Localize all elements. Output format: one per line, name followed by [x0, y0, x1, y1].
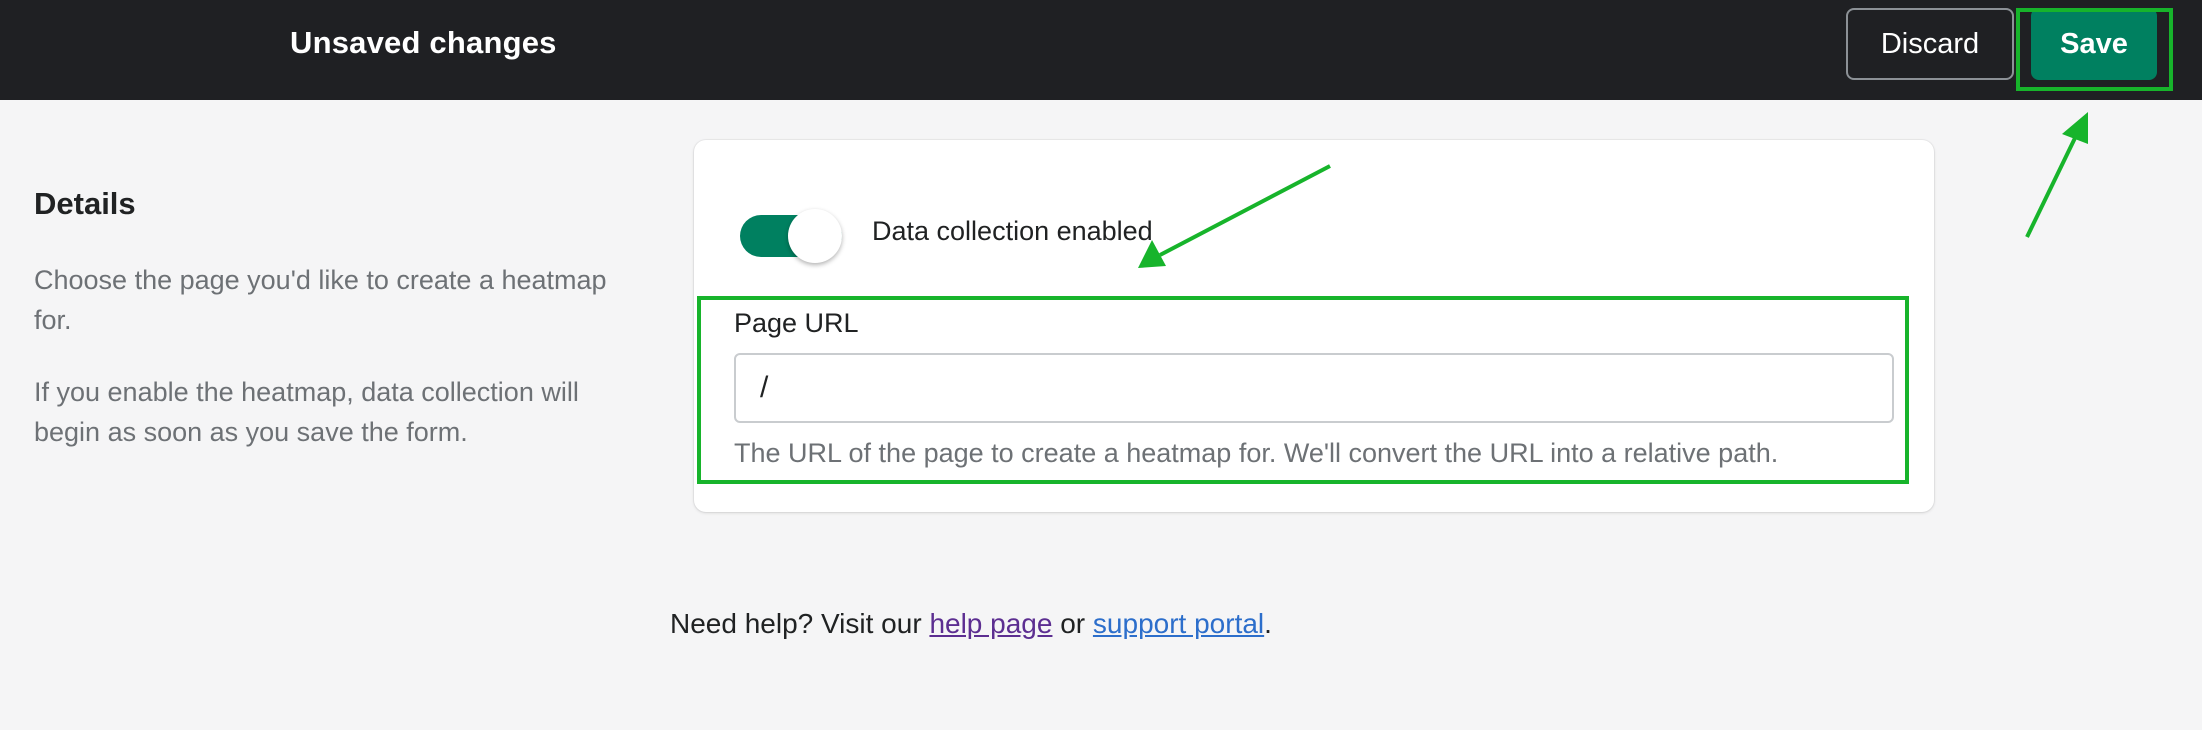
footer-help-middle: or	[1052, 608, 1093, 639]
top-bar: Unsaved changes Discard Save	[0, 0, 2202, 100]
data-collection-toggle[interactable]	[740, 209, 842, 263]
save-button[interactable]: Save	[2031, 8, 2157, 80]
help-page-link[interactable]: help page	[929, 608, 1052, 639]
footer-help: Need help? Visit our help page or suppor…	[670, 608, 1272, 640]
page-url-label: Page URL	[734, 308, 859, 338]
support-portal-link[interactable]: support portal	[1093, 608, 1264, 639]
data-collection-label: Data collection enabled	[872, 216, 1153, 246]
page-url-input[interactable]	[734, 353, 1894, 423]
footer-help-suffix: .	[1264, 608, 1272, 639]
discard-button[interactable]: Discard	[1846, 8, 2014, 80]
details-description: Choose the page you'd like to create a h…	[34, 265, 607, 335]
details-description-save-note: If you enable the heatmap, data collecti…	[34, 377, 579, 447]
unsaved-changes-title: Unsaved changes	[290, 25, 557, 60]
arrow-to-save-button	[2025, 112, 2088, 238]
toggle-knob	[788, 209, 842, 263]
page-url-help-text: The URL of the page to create a heatmap …	[734, 438, 1779, 468]
footer-help-prefix: Need help? Visit our	[670, 608, 930, 639]
details-heading: Details	[34, 186, 136, 221]
